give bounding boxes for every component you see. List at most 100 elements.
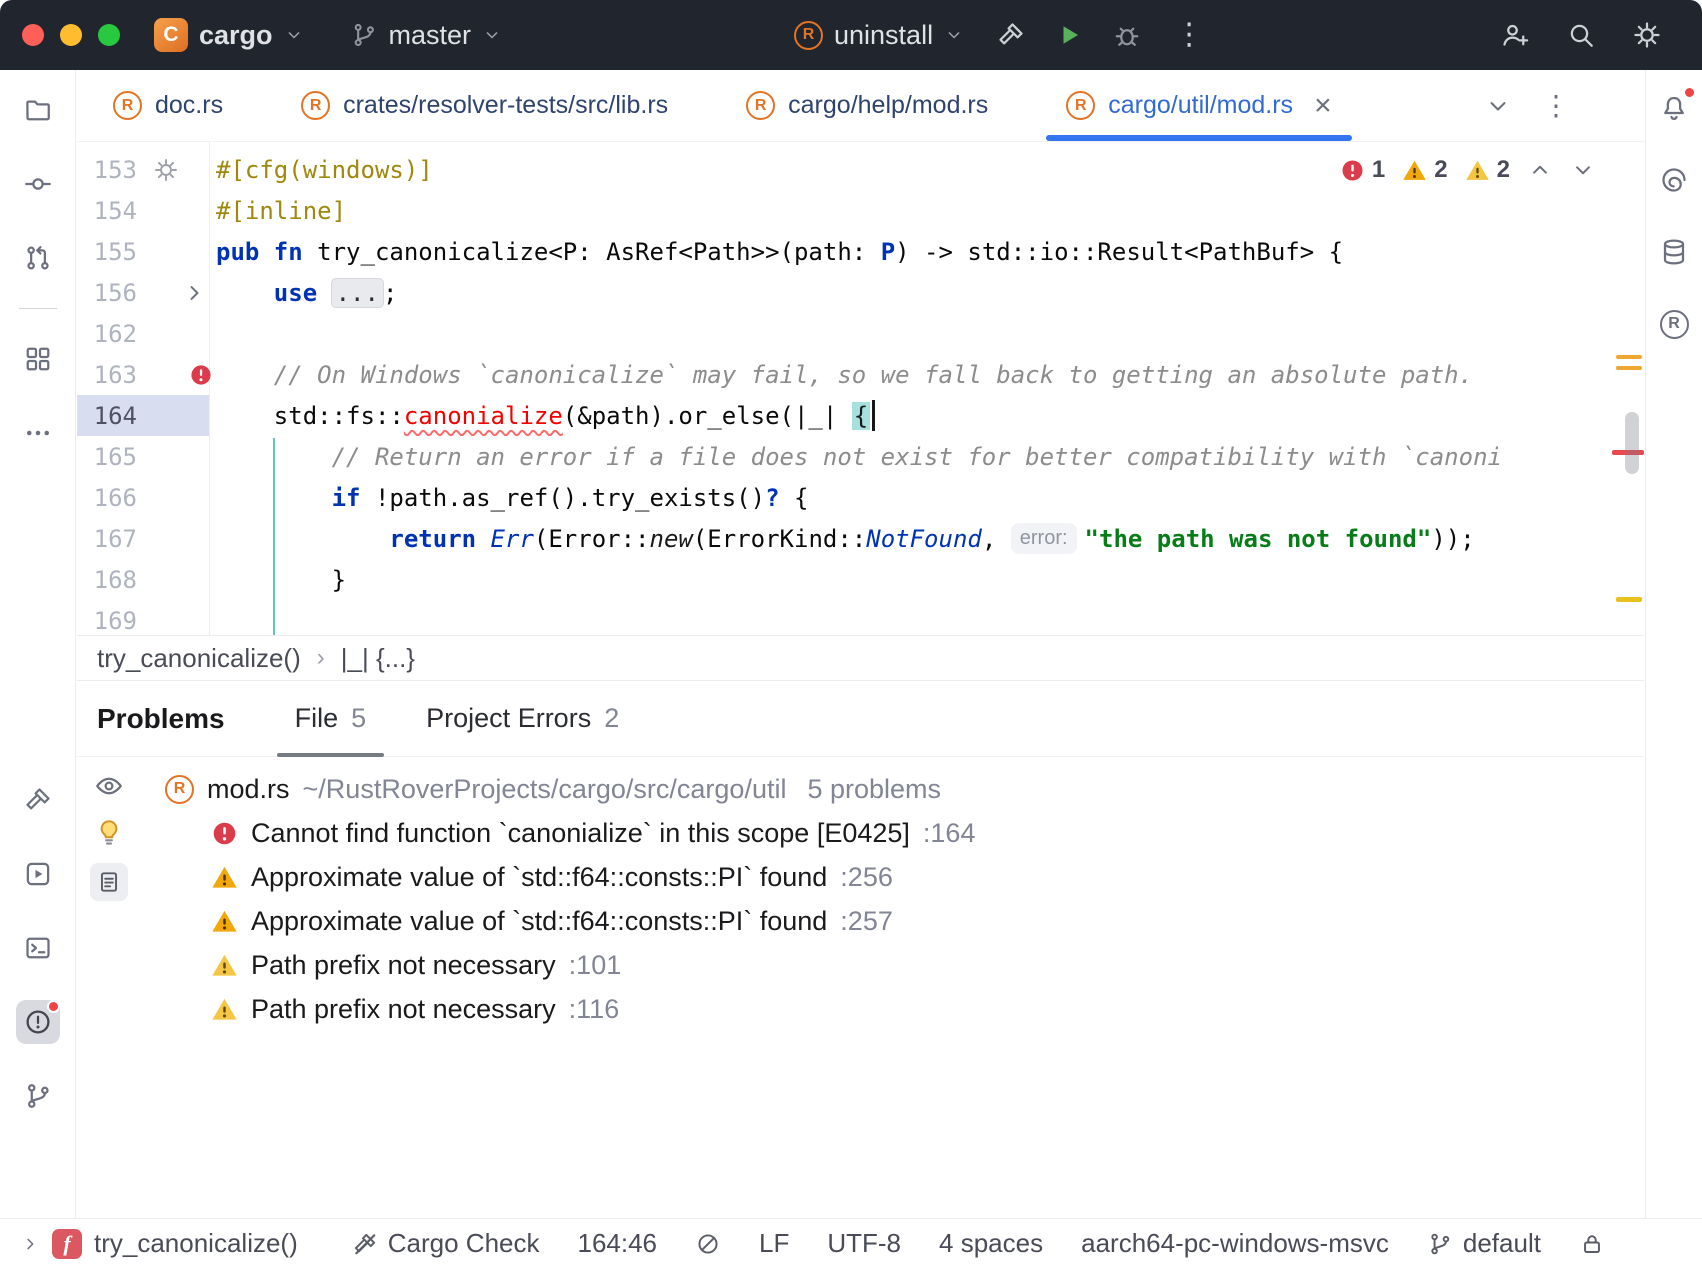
breadcrumb-item[interactable]: |_| {...} bbox=[341, 643, 415, 674]
run-icon[interactable] bbox=[1054, 20, 1084, 50]
debug-icon[interactable] bbox=[1112, 20, 1142, 50]
problem-line-number: :257 bbox=[840, 906, 893, 937]
fold-gutter-icon[interactable] bbox=[181, 280, 207, 306]
gutter[interactable]: 167 bbox=[77, 518, 209, 559]
caret-position[interactable]: 164:46 bbox=[577, 1228, 657, 1259]
weak-warning-count[interactable]: 2 bbox=[1465, 156, 1510, 184]
tab-list-chevron-icon[interactable] bbox=[1484, 92, 1512, 120]
code-line-155[interactable]: 155pub fn try_canonicalize<P: AsRef<Path… bbox=[77, 231, 1644, 272]
minimize-window-button[interactable] bbox=[60, 24, 82, 46]
problem-item[interactable]: Approximate value of `std::f64::consts::… bbox=[211, 899, 1644, 943]
code-line-164[interactable]: 164 std::fs::canonialize(&path).or_else(… bbox=[77, 395, 1644, 436]
code-line-162[interactable]: 162 bbox=[77, 313, 1644, 354]
error-count[interactable]: 1 bbox=[1340, 156, 1385, 184]
code-area[interactable]: 153#[cfg(windows)]154#[inline]155pub fn … bbox=[77, 142, 1644, 635]
run-config-widget[interactable]: uninstall bbox=[794, 20, 964, 51]
more-actions-icon[interactable]: ⋮ bbox=[1170, 20, 1208, 50]
code-line-156[interactable]: 156 use ...; bbox=[77, 272, 1644, 313]
code-line-169[interactable]: 169 bbox=[77, 600, 1644, 635]
gutter[interactable]: 166 bbox=[77, 477, 209, 518]
tab-label: Project Errors bbox=[426, 703, 591, 734]
project-tool-button[interactable] bbox=[16, 88, 60, 132]
git-branch-widget[interactable]: default bbox=[1427, 1228, 1541, 1259]
tab-options-icon[interactable]: ⋮ bbox=[1538, 92, 1574, 120]
expand-chevron-icon[interactable] bbox=[20, 1234, 40, 1254]
toolchain-target[interactable]: aarch64-pc-windows-msvc bbox=[1081, 1228, 1389, 1259]
gutter[interactable]: 156 bbox=[77, 272, 209, 313]
gear-gutter-icon[interactable] bbox=[153, 157, 179, 183]
file-encoding[interactable]: UTF-8 bbox=[827, 1228, 901, 1259]
code-segment: (ErrorKind:: bbox=[693, 525, 866, 553]
tab-project-errors[interactable]: Project Errors 2 bbox=[422, 681, 623, 757]
build-tool-button[interactable] bbox=[16, 778, 60, 822]
quick-fix-bulb-icon[interactable] bbox=[94, 817, 124, 847]
tab-cargo/util/mod.rs[interactable]: cargo/util/mod.rs× bbox=[1066, 70, 1331, 141]
description-toggle[interactable] bbox=[90, 863, 128, 901]
slashed-circle-icon bbox=[695, 1231, 721, 1257]
tab-doc.rs[interactable]: doc.rs bbox=[113, 70, 223, 141]
problem-item[interactable]: Path prefix not necessary:116 bbox=[211, 987, 1644, 1031]
error-gutter-icon[interactable] bbox=[189, 363, 213, 387]
zoom-window-button[interactable] bbox=[98, 24, 120, 46]
commit-tool-button[interactable] bbox=[16, 162, 60, 206]
code-line-168[interactable]: 168 } bbox=[77, 559, 1644, 600]
gutter[interactable]: 162 bbox=[77, 313, 209, 354]
code-line-163[interactable]: 163 // On Windows `canonicalize` may fai… bbox=[77, 354, 1644, 395]
gutter[interactable]: 168 bbox=[77, 559, 209, 600]
problem-item[interactable]: Path prefix not necessary:101 bbox=[211, 943, 1644, 987]
gutter[interactable]: 164 bbox=[77, 395, 209, 436]
cargo-check-widget[interactable]: Cargo Check bbox=[352, 1228, 540, 1259]
structure-tool-button[interactable] bbox=[16, 337, 60, 381]
code-line-167[interactable]: 167 return Err(Error::new(ErrorKind::Not… bbox=[77, 518, 1644, 559]
ai-assistant-button[interactable] bbox=[1652, 158, 1696, 202]
build-icon[interactable] bbox=[996, 20, 1026, 50]
rust-tool-button[interactable] bbox=[1652, 302, 1696, 346]
settings-icon[interactable] bbox=[1632, 20, 1662, 50]
warning-count[interactable]: 2 bbox=[1402, 156, 1447, 184]
close-window-button[interactable] bbox=[22, 24, 44, 46]
code-line-166[interactable]: 166 if !path.as_ref().try_exists()? { bbox=[77, 477, 1644, 518]
indent-style[interactable]: 4 spaces bbox=[939, 1228, 1043, 1259]
previous-problem-icon[interactable] bbox=[1527, 157, 1553, 183]
database-tool-button[interactable] bbox=[1652, 230, 1696, 274]
gutter[interactable]: 155 bbox=[77, 231, 209, 272]
main-area: doc.rs crates/resolver-tests/src/lib.rs ca… bbox=[77, 70, 1644, 1218]
highlighting-widget[interactable] bbox=[695, 1231, 721, 1257]
git-tool-button[interactable] bbox=[16, 1074, 60, 1118]
next-problem-icon[interactable] bbox=[1570, 157, 1596, 183]
problem-item[interactable]: Cannot find function `canonialize` in th… bbox=[211, 811, 1644, 855]
tab-cargo/help/mod.rs[interactable]: cargo/help/mod.rs bbox=[746, 70, 988, 141]
search-icon[interactable] bbox=[1566, 20, 1596, 50]
gutter[interactable]: 163 bbox=[77, 354, 209, 395]
more-tool-windows-button[interactable] bbox=[16, 411, 60, 455]
titlebar: cargo master uninstall ⋮ bbox=[0, 0, 1702, 70]
scrollbar-thumb[interactable] bbox=[1625, 412, 1639, 474]
gutter[interactable]: 154 bbox=[77, 190, 209, 231]
code-line-154[interactable]: 154#[inline] bbox=[77, 190, 1644, 231]
problems-tool-button[interactable] bbox=[16, 1000, 60, 1044]
readonly-lock-widget[interactable] bbox=[1579, 1231, 1605, 1257]
gutter[interactable]: 153 bbox=[77, 149, 209, 190]
code-line-165[interactable]: 165 // Return an error if a file does no… bbox=[77, 436, 1644, 477]
add-user-icon[interactable] bbox=[1500, 20, 1530, 50]
current-function[interactable]: try_canonicalize() bbox=[94, 1228, 298, 1259]
rust-icon bbox=[1660, 310, 1689, 339]
problem-item[interactable]: Approximate value of `std::f64::consts::… bbox=[211, 855, 1644, 899]
problems-panel-title[interactable]: Problems bbox=[97, 703, 225, 735]
breadcrumb-item[interactable]: try_canonicalize() bbox=[97, 643, 301, 674]
gutter[interactable]: 169 bbox=[77, 600, 209, 635]
preview-eye-icon[interactable] bbox=[94, 771, 124, 801]
gutter[interactable]: 165 bbox=[77, 436, 209, 477]
project-widget[interactable]: cargo bbox=[154, 18, 304, 52]
problems-file-row[interactable]: mod.rs ~/RustRoverProjects/cargo/src/car… bbox=[165, 767, 1644, 811]
editor[interactable]: 153#[cfg(windows)]154#[inline]155pub fn … bbox=[77, 142, 1644, 635]
services-tool-button[interactable] bbox=[16, 852, 60, 896]
pull-requests-tool-button[interactable] bbox=[16, 236, 60, 280]
tab-file-problems[interactable]: File 5 bbox=[291, 681, 371, 757]
notifications-button[interactable] bbox=[1652, 86, 1696, 130]
tab-crates/resolver-tests/src/lib.rs[interactable]: crates/resolver-tests/src/lib.rs bbox=[301, 70, 668, 141]
line-separator[interactable]: LF bbox=[759, 1228, 789, 1259]
branch-widget[interactable]: master bbox=[350, 20, 503, 51]
tab-close-icon[interactable]: × bbox=[1314, 91, 1332, 121]
terminal-tool-button[interactable] bbox=[16, 926, 60, 970]
